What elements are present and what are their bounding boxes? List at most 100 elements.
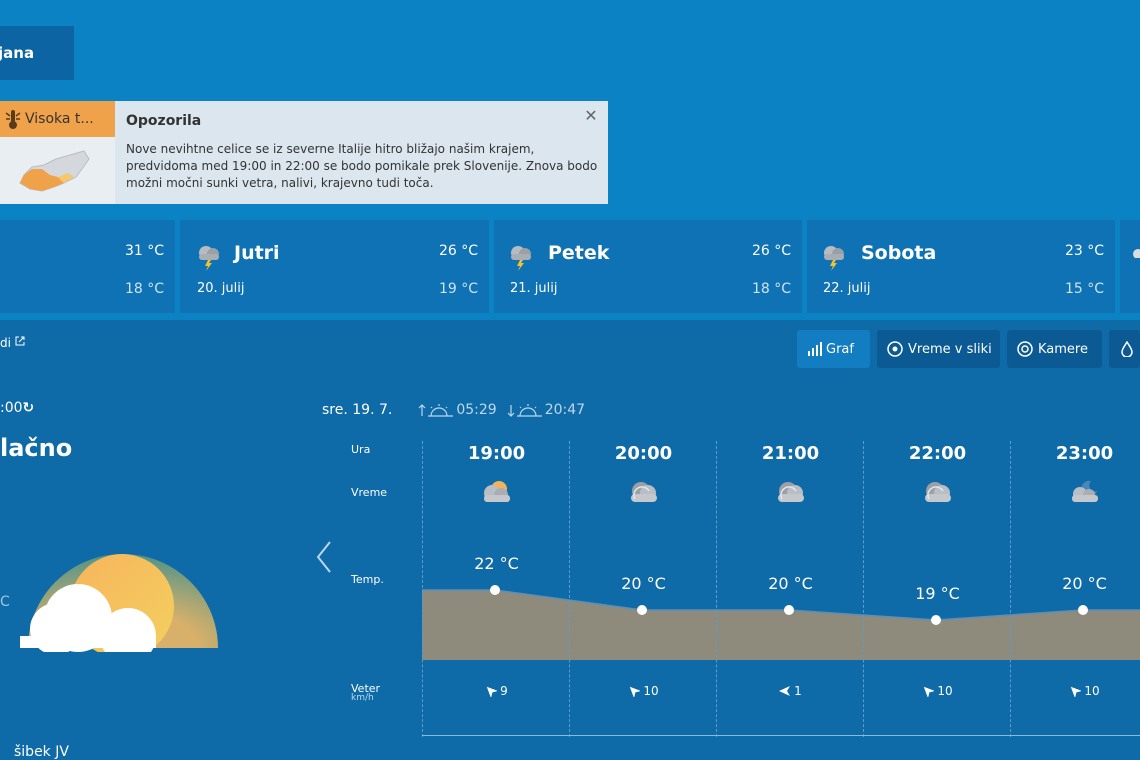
day-tmin: 19 °C — [438, 281, 478, 297]
warning-tag-label: Visoka t... — [25, 111, 94, 127]
hour-wind-speed: 1 — [794, 684, 802, 698]
hour-wind-speed: 10 — [1084, 684, 1100, 698]
hour-label: 19:00 — [467, 443, 526, 464]
warning-box: Visoka t... Opozorila Nove nevihtne celi… — [0, 101, 608, 204]
hour-weather — [1067, 477, 1103, 509]
day-tile-today[interactable]: 31 °C 18 °C — [0, 220, 175, 313]
day-name: Jutri — [234, 242, 280, 264]
wind-direction-icon — [924, 686, 935, 697]
hour-label: 23:00 — [1055, 443, 1114, 464]
day-date: 20. julij — [197, 281, 245, 296]
drop-icon — [1121, 341, 1133, 357]
cloudy-icon — [631, 482, 657, 502]
hour-temp: 20 °C — [768, 574, 813, 593]
external-link-icon — [15, 336, 25, 346]
hour-weather — [773, 477, 809, 509]
forecast-date-line: sre. 19. 7. 05:29 20:47 — [322, 402, 585, 418]
hour-temp: 20 °C — [1062, 574, 1107, 593]
hour-label: 22:00 — [908, 443, 967, 464]
day-tmax: 23 °C — [1064, 243, 1104, 259]
thermometer-warning-icon — [5, 110, 21, 129]
bar-chart-icon — [808, 342, 822, 356]
external-link[interactable]: di — [0, 336, 25, 350]
warning-tag: Visoka t... — [0, 101, 115, 137]
hour-weather — [920, 477, 956, 509]
thunderstorm-icon — [511, 246, 531, 271]
warning-title: Opozorila — [126, 113, 202, 129]
hour-wind: 10 — [864, 684, 1011, 698]
wind-direction-icon — [779, 686, 791, 696]
cameras-button[interactable]: Kamere — [1007, 330, 1102, 368]
hour-temp: 20 °C — [621, 574, 666, 593]
hour-wind: 10 — [570, 684, 717, 698]
cameras-label: Kamere — [1038, 341, 1088, 357]
hour-wind-speed: 10 — [937, 684, 953, 698]
hour-wind: 10 — [1011, 684, 1140, 698]
sunset-time: 20:47 — [544, 402, 586, 418]
wind-direction-icon — [1071, 686, 1082, 697]
row-label-weather: Vreme — [351, 486, 388, 499]
graph-button-label: Graf — [826, 341, 854, 357]
sunrise: 05:29 — [418, 402, 497, 418]
hour-column: 21:00 20 °C 1 — [716, 441, 863, 737]
current-temp-fragment: C — [0, 594, 10, 610]
day-tile-petek[interactable]: Petek 21. julij 26 °C 18 °C — [494, 220, 802, 313]
day-tile-next[interactable] — [1120, 220, 1140, 313]
day-tile-jutri[interactable]: Jutri 20. julij 26 °C 19 °C — [180, 220, 489, 313]
slovenia-map-icon — [19, 150, 90, 192]
hour-weather — [626, 477, 662, 509]
cloudy-icon — [925, 482, 951, 502]
hour-wind-speed: 10 — [643, 684, 659, 698]
hour-column: 23:00 20 °C 10 — [1010, 441, 1139, 737]
day-tmax: 26 °C — [751, 243, 791, 259]
day-tmax: 26 °C — [438, 243, 478, 259]
partly-cloudy-night-icon — [1072, 480, 1098, 502]
hour-column: 20:00 20 °C 10 — [569, 441, 716, 737]
refresh-icon[interactable]: ↻ — [23, 400, 35, 416]
hour-column: 19:00 22 °C 9 — [422, 441, 569, 737]
hour-wind: 1 — [717, 684, 864, 698]
row-label-hour: Ura — [351, 443, 371, 456]
hour-label: 21:00 — [761, 443, 820, 464]
current-time: :00↻ — [0, 400, 34, 416]
precipitation-button[interactable] — [1109, 330, 1140, 368]
partly-cloudy-icon — [20, 554, 218, 652]
forecast-bottom-line — [422, 735, 1140, 736]
day-tmin: 15 °C — [1064, 281, 1104, 297]
wind-direction-icon — [486, 686, 498, 697]
sunrise-time: 05:29 — [456, 402, 497, 418]
row-label-wind-unit: km/h — [351, 693, 374, 703]
weather-in-picture-label: Vreme v sliki — [908, 341, 992, 357]
hour-temp: 19 °C — [915, 584, 960, 603]
thunderstorm-icon — [824, 246, 844, 271]
chevron-left-icon[interactable] — [314, 540, 334, 574]
current-time-label: :00 — [0, 400, 23, 416]
close-icon[interactable]: ✕ — [583, 108, 599, 124]
day-tile-sobota[interactable]: Sobota 22. julij 23 °C 15 °C — [807, 220, 1115, 313]
weather-in-picture-button[interactable]: Vreme v sliki — [877, 330, 1000, 368]
day-name: Sobota — [861, 242, 937, 264]
hour-weather — [479, 477, 515, 509]
wind-direction-icon — [630, 686, 641, 697]
camera-icon — [1017, 341, 1033, 357]
location-button[interactable]: jana — [0, 26, 74, 80]
weather-icon — [1133, 249, 1140, 258]
partly-cloudy-icon — [484, 481, 510, 502]
day-tmin: 18 °C — [751, 281, 791, 297]
location-label: jana — [0, 44, 35, 62]
graph-button[interactable]: Graf — [797, 330, 870, 368]
day-date: 22. julij — [823, 281, 871, 296]
thunderstorm-icon — [199, 246, 219, 271]
day-tmax: 31 °C — [124, 243, 164, 259]
location-pin-icon — [887, 341, 903, 357]
row-label-temp: Temp. — [351, 573, 384, 586]
day-date: 21. julij — [510, 281, 558, 296]
current-wind: šibek JV — [14, 744, 69, 760]
warning-thumbnail[interactable]: Visoka t... — [0, 101, 115, 204]
hour-column: 22:00 19 °C 10 — [863, 441, 1010, 737]
day-name: Petek — [548, 242, 610, 264]
hour-label: 20:00 — [614, 443, 673, 464]
hour-wind: 9 — [423, 684, 570, 698]
cloudy-icon — [778, 482, 804, 502]
sunset-icon — [507, 404, 542, 417]
